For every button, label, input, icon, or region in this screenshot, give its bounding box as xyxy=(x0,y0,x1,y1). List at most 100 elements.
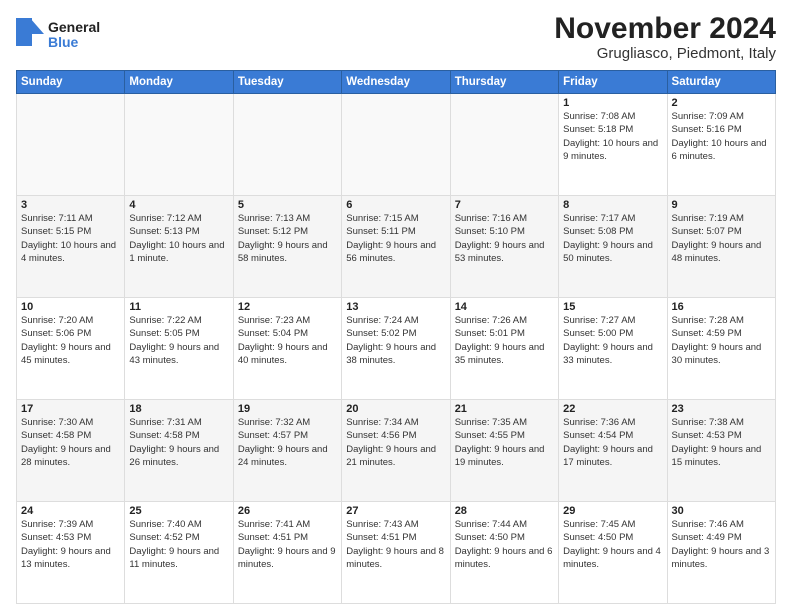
calendar-cell: 21Sunrise: 7:35 AMSunset: 4:55 PMDayligh… xyxy=(450,400,558,502)
day-info-line: Daylight: 10 hours and 9 minutes. xyxy=(563,138,658,162)
day-info-line: Sunrise: 7:43 AM xyxy=(346,519,418,530)
day-info-line: Sunset: 5:12 PM xyxy=(238,226,308,237)
week-row-1: 1Sunrise: 7:08 AMSunset: 5:18 PMDaylight… xyxy=(17,94,776,196)
week-row-3: 10Sunrise: 7:20 AMSunset: 5:06 PMDayligh… xyxy=(17,298,776,400)
day-info: Sunrise: 7:36 AMSunset: 4:54 PMDaylight:… xyxy=(563,416,662,469)
day-info: Sunrise: 7:11 AMSunset: 5:15 PMDaylight:… xyxy=(21,212,120,265)
calendar-cell: 5 Sunrise: 7:13 AM Sunset: 5:12 PM Daylight… xyxy=(233,196,341,298)
day-info-line: Daylight: 9 hours and 4 minutes. xyxy=(563,546,661,570)
day-info-line: Sunset: 5:18 PM xyxy=(563,124,633,135)
day-info: Sunrise: 7:09 AM Sunset: 5:16 PM Daylight:… xyxy=(672,110,771,163)
day-number: 6 xyxy=(346,199,445,211)
day-info-line: Sunset: 5:01 PM xyxy=(455,328,525,339)
day-number: 5 xyxy=(238,199,337,211)
day-info-line: Daylight: 9 hours and 8 minutes. xyxy=(346,546,444,570)
day-info-line: Daylight: 9 hours and 33 minutes. xyxy=(563,342,653,366)
week-row-5: 24Sunrise: 7:39 AMSunset: 4:53 PMDayligh… xyxy=(17,502,776,604)
day-info-line: Sunrise: 7:39 AM xyxy=(21,519,93,530)
day-info: Sunrise: 7:43 AM Sunset: 4:51 PM Daylight:… xyxy=(346,518,445,571)
day-info: Sunrise: 7:30 AMSunset: 4:58 PMDaylight:… xyxy=(21,416,120,469)
day-info-line: Sunset: 5:00 PM xyxy=(563,328,633,339)
day-info-line: Sunrise: 7:45 AM xyxy=(563,519,635,530)
day-number: 28 xyxy=(455,505,554,517)
day-info: Sunrise: 7:45 AMSunset: 4:50 PMDaylight:… xyxy=(563,518,662,571)
day-number: 25 xyxy=(129,505,228,517)
calendar-cell: 8Sunrise: 7:17 AMSunset: 5:08 PMDaylight… xyxy=(559,196,667,298)
calendar-cell: 16Sunrise: 7:28 AMSunset: 4:59 PMDayligh… xyxy=(667,298,775,400)
day-info-line: Sunrise: 7:26 AM xyxy=(455,315,527,326)
day-info-line: Daylight: 9 hours and 53 minutes. xyxy=(455,240,545,264)
calendar-cell: 23Sunrise: 7:38 AMSunset: 4:53 PMDayligh… xyxy=(667,400,775,502)
title-block: November 2024 Grugliasco, Piedmont, Ital… xyxy=(554,12,776,62)
day-info-line: Sunrise: 7:40 AM xyxy=(129,519,201,530)
day-info-line: Sunset: 4:49 PM xyxy=(672,532,742,543)
day-info-line: Daylight: 9 hours and 48 minutes. xyxy=(672,240,762,264)
day-info-line: Sunset: 4:58 PM xyxy=(21,430,91,441)
day-number: 14 xyxy=(455,301,554,313)
day-info-line: Daylight: 9 hours and 58 minutes. xyxy=(238,240,328,264)
day-info-line: Sunrise: 7:20 AM xyxy=(21,315,93,326)
calendar-cell: 2Sunrise: 7:09 AMSunset: 5:16 PMDaylight… xyxy=(667,94,775,196)
day-info-line: Sunrise: 7:27 AM xyxy=(563,315,635,326)
day-info-line: Sunset: 4:56 PM xyxy=(346,430,416,441)
weekday-header-saturday: Saturday xyxy=(667,71,775,94)
day-number: 24 xyxy=(21,505,120,517)
day-info-line: Sunrise: 7:08 AM xyxy=(563,111,635,122)
weekday-header-tuesday: Tuesday xyxy=(233,71,341,94)
day-info-line: Sunrise: 7:19 AM xyxy=(672,213,744,224)
day-info-line: Sunset: 5:10 PM xyxy=(455,226,525,237)
day-info-line: Sunrise: 7:28 AM xyxy=(672,315,744,326)
header: GeneralBlue November 2024 Grugliasco, Pi… xyxy=(16,12,776,62)
day-info-line: Sunrise: 7:35 AM xyxy=(455,417,527,428)
day-info-line: Sunset: 5:15 PM xyxy=(21,226,91,237)
day-info-line: Daylight: 9 hours and 19 minutes. xyxy=(455,444,545,468)
day-info-line: Sunset: 4:51 PM xyxy=(238,532,308,543)
day-number: 15 xyxy=(563,301,662,313)
day-info-line: Sunset: 5:16 PM xyxy=(672,124,742,135)
day-info-line: Daylight: 9 hours and 15 minutes. xyxy=(672,444,762,468)
day-number: 30 xyxy=(672,505,771,517)
weekday-header-wednesday: Wednesday xyxy=(342,71,450,94)
day-info-line: Sunrise: 7:22 AM xyxy=(129,315,201,326)
day-number: 17 xyxy=(21,403,120,415)
calendar-cell: 6Sunrise: 7:15 AMSunset: 5:11 PMDaylight… xyxy=(342,196,450,298)
day-info-line: Daylight: 9 hours and 9 minutes. xyxy=(238,546,336,570)
weekday-row: SundayMondayTuesdayWednesdayThursdayFrid… xyxy=(17,71,776,94)
day-info: Sunrise: 7:46 AMSunset: 4:49 PMDaylight:… xyxy=(672,518,771,571)
day-info-line: Daylight: 9 hours and 13 minutes. xyxy=(21,546,111,570)
day-number: 11 xyxy=(129,301,228,313)
day-info-line: Sunset: 4:51 PM xyxy=(346,532,416,543)
calendar-cell: 27Sunrise: 7:43 AMSunset: 4:51 PMDayligh… xyxy=(342,502,450,604)
day-info: Sunrise: 7:16 AMSunset: 5:10 PMDaylight:… xyxy=(455,212,554,265)
day-info-line: Sunrise: 7:15 AM xyxy=(346,213,418,224)
svg-text:Blue: Blue xyxy=(48,34,79,50)
day-info-line: Sunrise: 7:09 AM xyxy=(672,111,744,122)
logo: GeneralBlue xyxy=(16,16,106,52)
day-info-line: Sunset: 5:07 PM xyxy=(672,226,742,237)
day-info: Sunrise: 7:24 AMSunset: 5:02 PMDaylight:… xyxy=(346,314,445,367)
day-info-line: Sunset: 4:57 PM xyxy=(238,430,308,441)
day-info-line: Sunrise: 7:13 AM xyxy=(238,213,310,224)
location-subtitle: Grugliasco, Piedmont, Italy xyxy=(554,45,776,62)
page: GeneralBlue November 2024 Grugliasco, Pi… xyxy=(0,0,792,612)
day-info-line: Sunrise: 7:11 AM xyxy=(21,213,93,224)
day-number: 10 xyxy=(21,301,120,313)
day-number: 20 xyxy=(346,403,445,415)
calendar-cell: 13Sunrise: 7:24 AMSunset: 5:02 PMDayligh… xyxy=(342,298,450,400)
week-row-4: 17Sunrise: 7:30 AMSunset: 4:58 PMDayligh… xyxy=(17,400,776,502)
day-info: Sunrise: 7:35 AMSunset: 4:55 PMDaylight:… xyxy=(455,416,554,469)
day-info-line: Daylight: 9 hours and 3 minutes. xyxy=(672,546,770,570)
day-info-line: Daylight: 9 hours and 24 minutes. xyxy=(238,444,328,468)
weekday-header-monday: Monday xyxy=(125,71,233,94)
day-info: Sunrise: 7:19 AM Sunset: 5:07 PM Daylight:… xyxy=(672,212,771,265)
calendar-table: SundayMondayTuesdayWednesdayThursdayFrid… xyxy=(16,70,776,604)
calendar-cell xyxy=(17,94,125,196)
day-info-line: Daylight: 9 hours and 38 minutes. xyxy=(346,342,436,366)
calendar-cell: 22Sunrise: 7:36 AMSunset: 4:54 PMDayligh… xyxy=(559,400,667,502)
day-info-line: Sunrise: 7:17 AM xyxy=(563,213,635,224)
day-info-line: Daylight: 10 hours and 6 minutes. xyxy=(672,138,767,162)
day-info: Sunrise: 7:26 AMSunset: 5:01 PMDaylight:… xyxy=(455,314,554,367)
weekday-header-sunday: Sunday xyxy=(17,71,125,94)
day-info-line: Sunrise: 7:12 AM xyxy=(129,213,201,224)
calendar-cell xyxy=(125,94,233,196)
